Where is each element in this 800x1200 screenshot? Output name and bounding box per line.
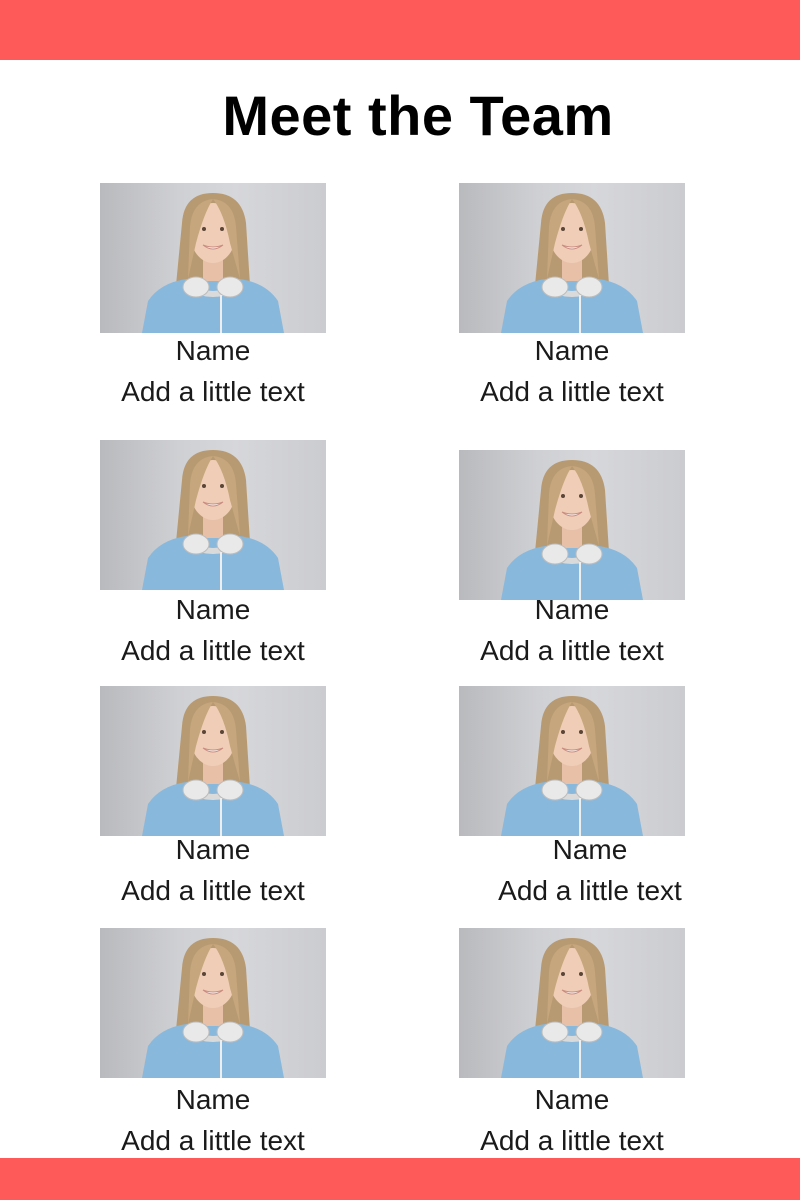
portrait-illustration [142, 193, 284, 333]
portrait-illustration [501, 193, 643, 333]
member-name: Name [175, 834, 251, 865]
member-description: Add a little text [121, 635, 305, 666]
top-accent-band [0, 0, 800, 60]
member-description: Add a little text [121, 376, 305, 407]
member-description: Add a little text [121, 1125, 305, 1156]
member-photo [100, 686, 326, 836]
portrait-illustration [501, 938, 643, 1078]
portrait-illustration [142, 450, 284, 590]
member-description: Add a little text [480, 376, 664, 407]
page-title: Meet the Team [222, 84, 614, 147]
member-name: Name [175, 335, 251, 366]
portrait-illustration [142, 696, 284, 836]
member-description: Add a little text [121, 875, 305, 906]
member-description: Add a little text [480, 635, 664, 666]
member-photo [459, 183, 685, 333]
member-photo [459, 928, 685, 1078]
member-name: Name [175, 594, 251, 625]
portrait-illustration [142, 938, 284, 1078]
member-photo [100, 440, 326, 590]
member-name: Name [552, 834, 628, 865]
member-name: Name [534, 1084, 610, 1115]
portrait-illustration [501, 696, 643, 836]
member-name: Name [175, 1084, 251, 1115]
member-photo [100, 928, 326, 1078]
member-photo [459, 450, 685, 600]
member-description: Add a little text [498, 875, 682, 906]
portrait-illustration [501, 460, 643, 600]
member-photo [100, 183, 326, 333]
member-description: Add a little text [480, 1125, 664, 1156]
member-name: Name [534, 335, 610, 366]
member-photo [459, 686, 685, 836]
bottom-accent-band [0, 1158, 800, 1200]
member-name: Name [534, 594, 610, 625]
